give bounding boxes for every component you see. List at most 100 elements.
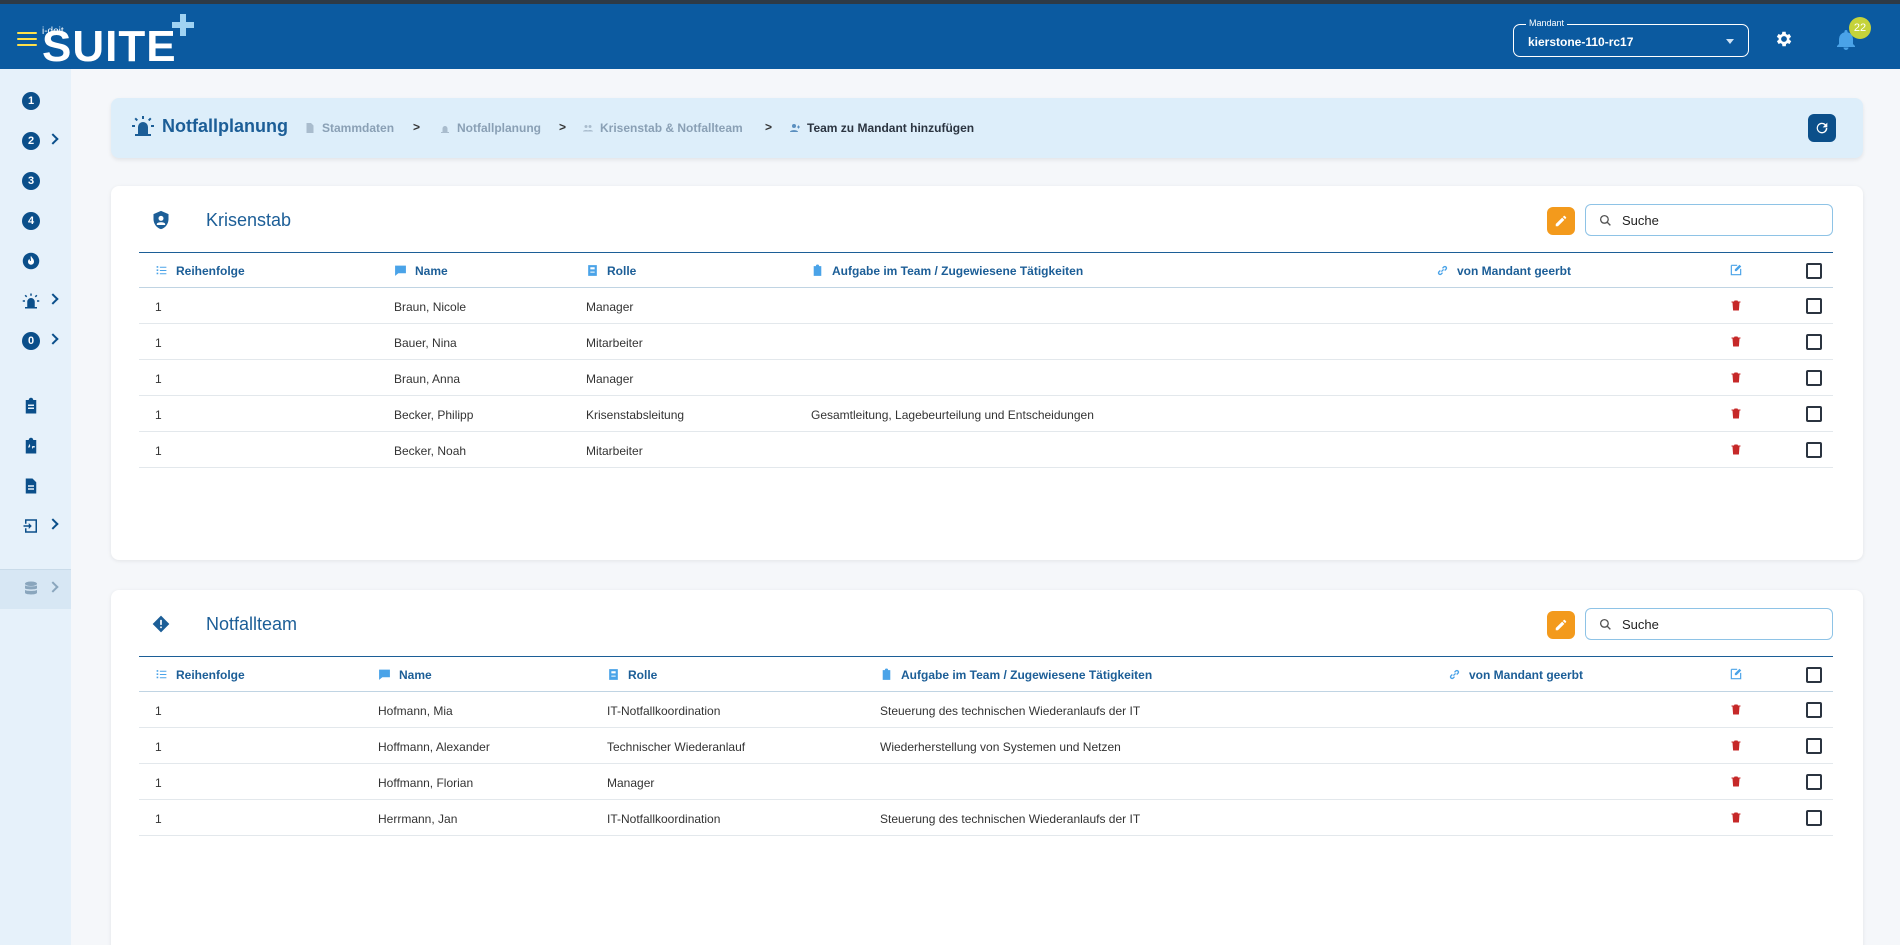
column-task[interactable]: Aufgabe im Team / Zugewiesene Tätigkeite… — [811, 264, 1083, 278]
trash-icon[interactable] — [1730, 334, 1742, 349]
row-checkbox[interactable] — [1806, 810, 1822, 826]
table-row[interactable]: 1 Herrmann, Jan IT-Notfallkoordination Steu… — [139, 800, 1833, 836]
sidebar-item-document[interactable] — [0, 469, 71, 503]
table-row[interactable]: 1 Becker, Philipp Krisenstabsleitung Gesamt… — [139, 396, 1833, 432]
column-task[interactable]: Aufgabe im Team / Zugewiesene Tätigkeite… — [880, 668, 1152, 682]
row-checkbox[interactable] — [1806, 370, 1822, 386]
column-order[interactable]: Reihenfolge — [155, 264, 245, 278]
row-checkbox[interactable] — [1806, 442, 1822, 458]
column-inherited[interactable]: von Mandant geerbt — [1448, 668, 1583, 682]
row-checkbox[interactable] — [1806, 406, 1822, 422]
sidebar-item-database[interactable] — [0, 569, 71, 609]
breadcrumb-item-stammdaten[interactable]: Stammdaten — [304, 121, 394, 135]
trash-icon[interactable] — [1730, 406, 1742, 421]
breadcrumb-item-krisenstab-notfallteam[interactable]: Krisenstab & Notfallteam — [582, 121, 743, 135]
document-icon — [306, 123, 314, 133]
team-icon — [583, 125, 593, 132]
trash-icon[interactable] — [1730, 810, 1742, 825]
cell-role: IT-Notfallkoordination — [607, 704, 721, 718]
breadcrumb: Notfallplanung Stammdaten > Notfallplanu… — [111, 98, 1863, 158]
cell-role: Manager — [586, 300, 634, 314]
sidebar-item-emergency[interactable] — [0, 284, 71, 318]
cell-order: 1 — [155, 812, 162, 826]
table-row[interactable]: 1 Bauer, Nina Mitarbeiter — [139, 324, 1833, 360]
chevron-right-icon — [47, 518, 59, 530]
link-icon — [1449, 669, 1460, 680]
sidebar-item-2[interactable]: 2 — [0, 124, 71, 158]
edit-button[interactable] — [1547, 207, 1575, 235]
krisenstab-card: Krisenstab Reihenfolge Name Rolle Aufgab… — [111, 186, 1863, 560]
select-all-checkbox[interactable] — [1806, 667, 1822, 683]
gear-icon[interactable] — [1774, 29, 1794, 49]
sidebar-item-clipboard[interactable] — [0, 389, 71, 423]
krisenstab-search[interactable] — [1585, 204, 1833, 236]
table-row[interactable]: 1 Hofmann, Mia IT-Notfallkoordination Steue… — [139, 692, 1833, 728]
column-role[interactable]: Rolle — [607, 668, 657, 682]
pencil-icon — [1555, 619, 1567, 631]
table-row[interactable]: 1 Braun, Nicole Manager — [139, 288, 1833, 324]
refresh-button[interactable] — [1808, 114, 1836, 142]
sidebar-item-0[interactable]: 0 — [0, 324, 71, 358]
breadcrumb-item-notfallplanung[interactable]: Notfallplanung — [439, 121, 541, 135]
cell-task: Steuerung des technischen Wiederanlaufs … — [880, 812, 1141, 826]
pencil-icon — [1555, 215, 1567, 227]
link-icon — [1437, 265, 1448, 276]
sidebar-item-import[interactable] — [0, 509, 71, 543]
trash-icon[interactable] — [1730, 298, 1742, 313]
clipboard-icon — [25, 397, 37, 414]
column-role[interactable]: Rolle — [586, 264, 636, 278]
role-icon — [609, 669, 618, 680]
search-input[interactable] — [1622, 213, 1822, 228]
row-checkbox[interactable] — [1806, 774, 1822, 790]
trash-icon[interactable] — [1730, 738, 1742, 753]
sidebar-item-activity[interactable] — [0, 429, 71, 463]
search-icon — [1599, 214, 1611, 226]
sidebar-item-fire[interactable] — [0, 244, 71, 278]
table-row[interactable]: 1 Becker, Noah Mitarbeiter — [139, 432, 1833, 468]
cell-order: 1 — [155, 740, 162, 754]
import-icon — [23, 519, 37, 533]
row-checkbox[interactable] — [1806, 702, 1822, 718]
add-user-icon — [790, 124, 800, 132]
trash-icon[interactable] — [1730, 442, 1742, 457]
table-header: Reihenfolge Name Rolle Aufgabe im Team /… — [139, 656, 1833, 692]
cell-task: Steuerung des technischen Wiederanlaufs … — [880, 704, 1141, 718]
trash-icon[interactable] — [1730, 702, 1742, 717]
row-checkbox[interactable] — [1806, 738, 1822, 754]
trash-icon[interactable] — [1730, 370, 1742, 385]
select-all-checkbox[interactable] — [1806, 263, 1822, 279]
edit-column-icon — [1730, 264, 1742, 276]
cell-task: Wiederherstellung von Systemen und Netze… — [880, 740, 1121, 754]
trash-icon[interactable] — [1730, 774, 1742, 789]
edit-column-icon — [1730, 668, 1742, 680]
caret-down-icon — [1726, 39, 1734, 44]
sidebar-item-4[interactable]: 4 — [0, 204, 71, 238]
search-input[interactable] — [1622, 617, 1822, 632]
notfallteam-table: Reihenfolge Name Rolle Aufgabe im Team /… — [139, 656, 1833, 836]
edit-button[interactable] — [1547, 611, 1575, 639]
cell-order: 1 — [155, 372, 162, 386]
menu-icon[interactable] — [17, 32, 37, 46]
table-row[interactable]: 1 Braun, Anna Manager — [139, 360, 1833, 396]
sidebar-item-1[interactable]: 1 — [0, 84, 71, 118]
column-order[interactable]: Reihenfolge — [155, 668, 245, 682]
notfallteam-search[interactable] — [1585, 608, 1833, 640]
clipboard-icon — [813, 264, 822, 276]
cell-name: Braun, Nicole — [394, 300, 467, 314]
row-checkbox[interactable] — [1806, 334, 1822, 350]
row-checkbox[interactable] — [1806, 298, 1822, 314]
column-inherited[interactable]: von Mandant geerbt — [1436, 264, 1571, 278]
mandant-select[interactable]: Mandant kierstone-110-rc17 — [1513, 18, 1749, 57]
name-tag-icon — [395, 265, 406, 276]
table-row[interactable]: 1 Hoffmann, Florian Manager — [139, 764, 1833, 800]
sidebar-item-3[interactable]: 3 — [0, 164, 71, 198]
column-name[interactable]: Name — [394, 264, 448, 278]
column-name[interactable]: Name — [378, 668, 432, 682]
name-tag-icon — [379, 669, 390, 680]
app-logo[interactable]: i-doit SUITE — [42, 10, 202, 71]
cell-role: Mitarbeiter — [586, 336, 643, 350]
siren-icon — [132, 116, 154, 136]
table-row[interactable]: 1 Hoffmann, Alexander Technischer Wiederan… — [139, 728, 1833, 764]
list-order-icon — [156, 670, 167, 679]
cell-name: Becker, Philipp — [394, 408, 474, 422]
